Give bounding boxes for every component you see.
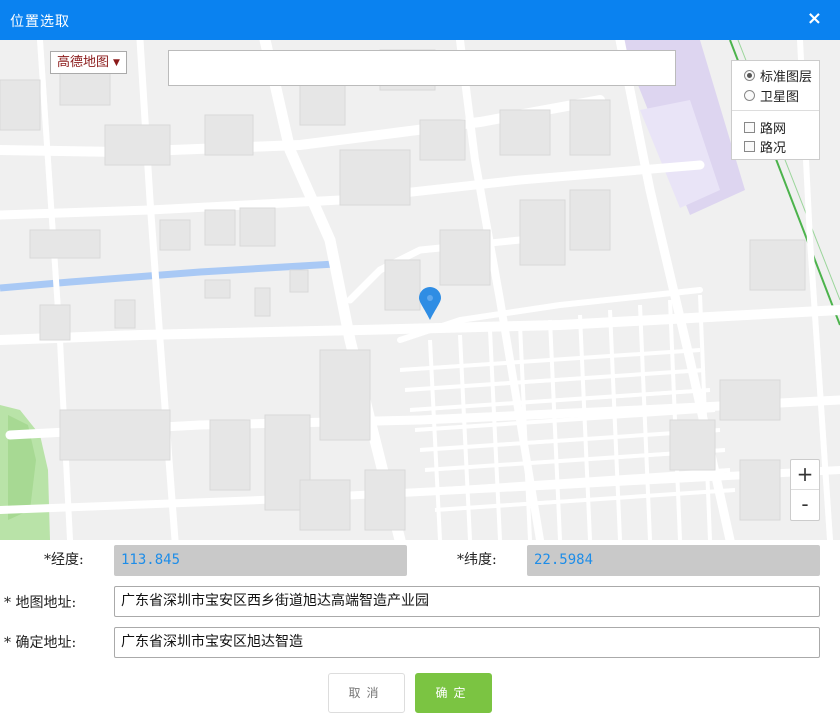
map-address-field[interactable]: 广东省深圳市宝安区西乡街道旭达高端智造产业园 bbox=[114, 586, 820, 617]
zoom-in-button[interactable]: + bbox=[791, 460, 819, 490]
map-search-input[interactable] bbox=[168, 50, 676, 86]
layer-panel: 标准图层 卫星图 路网 路况 bbox=[731, 60, 820, 160]
layer-satellite-label: 卫星图 bbox=[760, 89, 800, 105]
map-provider-label: 高德地图 bbox=[57, 55, 110, 70]
layer-roads-label: 路网 bbox=[760, 121, 787, 137]
map-canvas[interactable] bbox=[0, 40, 840, 540]
layer-traffic-label: 路况 bbox=[760, 140, 787, 156]
layer-satellite-option[interactable]: 卫星图 bbox=[744, 86, 800, 105]
zoom-control: + - bbox=[790, 459, 820, 521]
longitude-label: *经度: bbox=[44, 552, 84, 568]
latitude-field[interactable]: 22.5984 bbox=[527, 545, 820, 576]
layer-standard-label: 标准图层 bbox=[760, 69, 813, 85]
caret-down-icon: ▼ bbox=[113, 58, 120, 68]
map-provider-select[interactable]: 高德地图 ▼ bbox=[50, 51, 127, 74]
zoom-out-button[interactable]: - bbox=[791, 490, 819, 520]
close-icon[interactable]: × bbox=[807, 8, 822, 29]
radio-checked-icon[interactable] bbox=[744, 69, 755, 81]
confirm-address-label: * 确定地址: bbox=[4, 635, 77, 651]
longitude-field[interactable]: 113.845 bbox=[114, 545, 407, 576]
cancel-button[interactable]: 取消 bbox=[328, 673, 405, 713]
confirm-address-field[interactable]: 广东省深圳市宝安区旭达智造 bbox=[114, 627, 820, 658]
dialog-title: 位置选取 bbox=[10, 14, 70, 30]
radio-unchecked-icon[interactable] bbox=[744, 89, 755, 101]
map-view[interactable]: 高德地图 ▼ 标准图层 卫星图 路网 路况 + - bbox=[0, 40, 840, 540]
layer-standard-option[interactable]: 标准图层 bbox=[744, 66, 813, 85]
latitude-label: *纬度: bbox=[457, 552, 497, 568]
layer-divider bbox=[732, 110, 819, 111]
dialog-titlebar: 位置选取 × bbox=[0, 0, 840, 40]
layer-traffic-option[interactable]: 路况 bbox=[744, 137, 787, 156]
checkbox-icon[interactable] bbox=[744, 121, 755, 133]
checkbox-icon[interactable] bbox=[744, 140, 755, 152]
map-address-label: * 地图地址: bbox=[4, 595, 77, 611]
location-form: *经度: 113.845 *纬度: 22.5984 * 地图地址: 广东省深圳市… bbox=[0, 540, 840, 720]
layer-roads-option[interactable]: 路网 bbox=[744, 118, 787, 137]
ok-button[interactable]: 确定 bbox=[415, 673, 492, 713]
